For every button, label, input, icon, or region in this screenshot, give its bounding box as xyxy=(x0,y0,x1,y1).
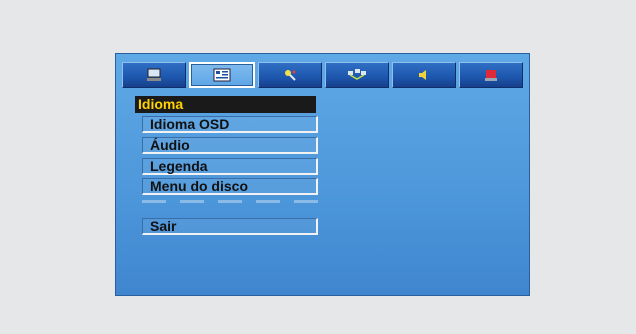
monitor-icon xyxy=(147,68,161,81)
tab-display[interactable] xyxy=(122,62,186,88)
menu-item-idioma-osd[interactable]: Idioma OSD xyxy=(142,116,318,133)
video-settings-icon xyxy=(285,70,296,81)
menu-item-audio[interactable]: Áudio xyxy=(142,137,318,154)
menu-item-legenda[interactable]: Legenda xyxy=(142,158,318,175)
network-icon xyxy=(348,69,366,80)
osd-screen: Idioma Idioma OSD Áudio Legenda Menu do … xyxy=(115,53,530,296)
flag-exit-icon xyxy=(485,70,497,81)
separator xyxy=(142,200,318,203)
tab-video[interactable] xyxy=(258,62,322,88)
tab-network[interactable] xyxy=(325,62,389,88)
tab-bar xyxy=(122,62,523,88)
speaker-icon xyxy=(419,70,426,80)
tab-audio[interactable] xyxy=(392,62,456,88)
language-settings-icon xyxy=(213,68,231,82)
tab-language[interactable] xyxy=(189,62,255,88)
tab-preferences[interactable] xyxy=(459,62,523,88)
menu-item-menu-do-disco[interactable]: Menu do disco xyxy=(142,178,318,195)
exit-button[interactable]: Sair xyxy=(142,218,318,235)
menu-header-idioma: Idioma xyxy=(135,96,316,113)
